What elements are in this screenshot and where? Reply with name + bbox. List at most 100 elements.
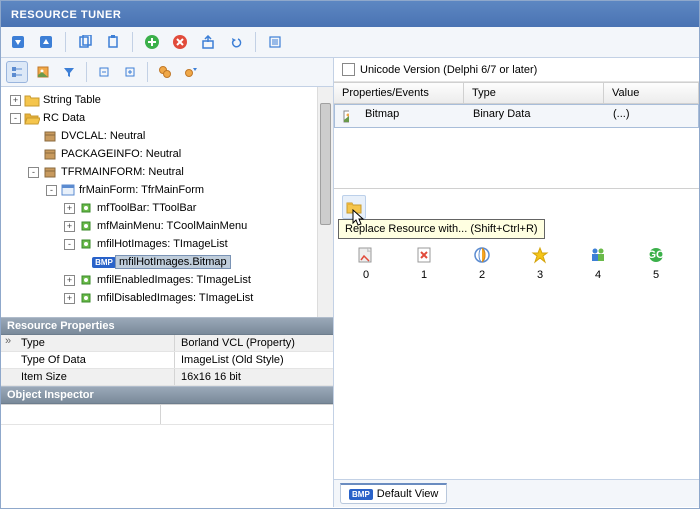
imagelist-item[interactable]: 4 — [588, 245, 608, 281]
imagelist-item[interactable]: 3 — [530, 245, 550, 281]
collapse-button[interactable] — [93, 61, 115, 83]
tree-item[interactable]: + mfToolBar: TToolBar — [7, 199, 327, 217]
tree-scrollbar[interactable] — [317, 87, 333, 317]
object-inspector-body[interactable] — [1, 404, 333, 507]
tree-label[interactable]: mfilEnabledImages: TImageList — [97, 274, 251, 286]
tree-label[interactable]: RC Data — [43, 112, 85, 124]
tree-label[interactable]: mfilDisabledImages: TImageList — [97, 292, 253, 304]
property-row[interactable]: Item Size16x16 16 bit — [1, 369, 333, 386]
tree-item[interactable]: + mfMainMenu: TCoolMainMenu — [7, 217, 327, 235]
search-button[interactable] — [154, 61, 176, 83]
export-button[interactable] — [197, 31, 219, 53]
tree-toggle[interactable]: + — [64, 221, 75, 232]
imagelist-index: 4 — [595, 269, 601, 281]
tree-view-button[interactable] — [6, 61, 28, 83]
paste-button[interactable] — [102, 31, 124, 53]
tree-toggle[interactable]: - — [28, 167, 39, 178]
tree-label[interactable]: String Table — [43, 94, 101, 106]
tree-toggle[interactable]: - — [10, 113, 21, 124]
prop-name: Item Size — [15, 369, 175, 385]
tree-toggle[interactable]: + — [64, 275, 75, 286]
separator — [255, 32, 256, 52]
imagelist-index: 2 — [479, 269, 485, 281]
tree-label[interactable]: mfMainMenu: TCoolMainMenu — [97, 220, 247, 232]
tree-label[interactable]: frMainForm: TfrMainForm — [79, 184, 204, 196]
box-brown-icon — [42, 128, 58, 144]
undo-button[interactable] — [225, 31, 247, 53]
imagelist-index: 5 — [653, 269, 659, 281]
prop-value: ImageList (Old Style) — [175, 352, 333, 368]
tree-label[interactable]: TFRMAINFORM: Neutral — [61, 166, 184, 178]
tree-item[interactable]: + mfilEnabledImages: TImageList — [7, 271, 327, 289]
prop-name: Type Of Data — [15, 352, 175, 368]
imagelist-item[interactable]: 1 — [414, 245, 434, 281]
tree-item[interactable]: + mfilDisabledImages: TImageList — [7, 289, 327, 307]
folder-open-icon — [24, 110, 40, 126]
title-bar: RESOURCE TUNER — [1, 1, 699, 27]
col-value[interactable]: Value — [604, 83, 699, 103]
tree-label[interactable]: mfToolBar: TToolBar — [97, 202, 196, 214]
tree-toggle[interactable]: + — [64, 293, 75, 304]
tree-item[interactable]: BMPmfilHotImages.Bitmap — [7, 253, 327, 271]
tree-container[interactable]: + String Table - RC Data DVCLAL: Neutral PACK… — [1, 87, 333, 317]
left-pane: + String Table - RC Data DVCLAL: Neutral PACK… — [1, 58, 334, 507]
image-view-button[interactable] — [32, 61, 54, 83]
arrow-icon — [1, 369, 15, 385]
separator — [65, 32, 66, 52]
svg-text:GO: GO — [647, 249, 665, 261]
tree-toggle[interactable]: + — [64, 203, 75, 214]
tree-label[interactable]: mfilHotImages: TImageList — [97, 238, 228, 250]
property-row-bitmap[interactable]: Bitmap Binary Data (...) — [334, 104, 699, 128]
imagelist-item[interactable]: 2 — [472, 245, 492, 281]
tree-item[interactable]: PACKAGEINFO: Neutral — [7, 145, 327, 163]
tree-item[interactable]: - RC Data — [7, 109, 327, 127]
tree-item[interactable]: - frMainForm: TfrMainForm — [7, 181, 327, 199]
bitmap-icon — [335, 105, 357, 127]
arrow-icon: » — [1, 335, 15, 351]
tree-item[interactable]: - TFRMAINFORM: Neutral — [7, 163, 327, 181]
arrow-up-button[interactable] — [35, 31, 57, 53]
bottom-tabs: BMP Default View — [334, 479, 699, 507]
col-type[interactable]: Type — [464, 83, 604, 103]
search-next-button[interactable] — [180, 61, 202, 83]
imagelist-index: 1 — [421, 269, 427, 281]
resource-properties-grid[interactable]: »TypeBorland VCL (Property)Type Of DataI… — [1, 335, 333, 386]
prop-value: 16x16 16 bit — [175, 369, 333, 385]
tooltip: Replace Resource with... (Shift+Ctrl+R) — [338, 219, 545, 239]
expand-button[interactable] — [119, 61, 141, 83]
tree-item[interactable]: DVCLAL: Neutral — [7, 127, 327, 145]
add-button[interactable] — [141, 31, 163, 53]
main-toolbar — [1, 27, 699, 58]
filter-button[interactable] — [58, 61, 80, 83]
box-brown-icon — [42, 164, 58, 180]
replace-resource-button[interactable] — [342, 195, 366, 219]
folder-icon — [24, 92, 40, 108]
list-button[interactable] — [264, 31, 286, 53]
unicode-checkbox[interactable] — [342, 63, 355, 76]
arrow-down-button[interactable] — [7, 31, 29, 53]
box-brown-icon — [42, 146, 58, 162]
imagelist-item[interactable]: GO 5 — [646, 245, 666, 281]
property-row[interactable]: Type Of DataImageList (Old Style) — [1, 352, 333, 369]
comp-green-icon — [78, 218, 94, 234]
property-row[interactable]: »TypeBorland VCL (Property) — [1, 335, 333, 352]
remove-button[interactable] — [169, 31, 191, 53]
tree-toggle[interactable]: + — [10, 95, 21, 106]
comp-green-icon — [78, 290, 94, 306]
tree-item[interactable]: - mfilHotImages: TImageList — [7, 235, 327, 253]
tree-item[interactable]: + String Table — [7, 91, 327, 109]
tree-label[interactable]: mfilHotImages.Bitmap — [115, 255, 231, 269]
col-properties[interactable]: Properties/Events — [334, 83, 464, 103]
comp-green-icon — [78, 236, 94, 252]
imagelist-item[interactable]: 0 — [356, 245, 376, 281]
tree-label[interactable]: DVCLAL: Neutral — [61, 130, 145, 142]
tree-label[interactable]: PACKAGEINFO: Neutral — [61, 148, 181, 160]
prop-value: Borland VCL (Property) — [175, 335, 333, 351]
copy-button[interactable] — [74, 31, 96, 53]
tree-toggle[interactable]: - — [64, 239, 75, 250]
tree-toggle[interactable]: - — [46, 185, 57, 196]
imagelist-icon — [414, 245, 434, 265]
object-inspector-header: Object Inspector — [1, 386, 333, 404]
imagelist-icon — [356, 245, 376, 265]
tab-default-view[interactable]: BMP Default View — [340, 483, 447, 504]
